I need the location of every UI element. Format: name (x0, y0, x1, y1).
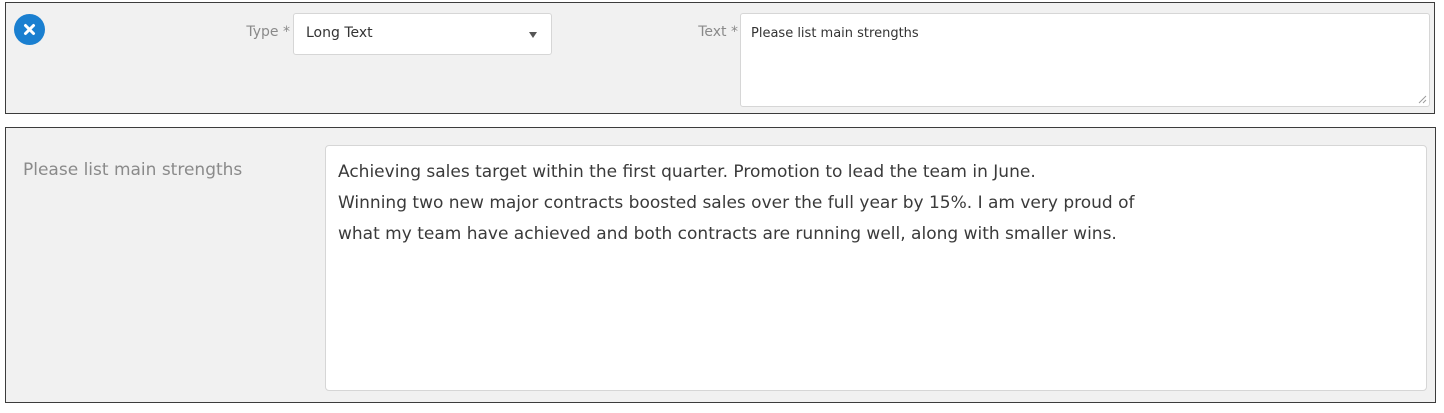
type-select-value: Long Text (306, 25, 373, 41)
remove-question-button[interactable] (14, 14, 45, 45)
chevron-down-icon (529, 32, 537, 38)
resize-grip-icon[interactable] (1417, 94, 1427, 104)
question-text-value: Please list main strengths (751, 26, 919, 41)
answer-textarea[interactable]: Achieving sales target within the first … (325, 145, 1427, 391)
question-preview-row: Please list main strengths Achieving sal… (5, 127, 1436, 403)
type-field-label: Type * (246, 24, 290, 40)
question-editor-row: Type * Long Text Text * Please list main… (5, 2, 1435, 114)
question-text-field[interactable]: Please list main strengths (740, 13, 1430, 107)
answer-line: what my team have achieved and both cont… (338, 224, 1117, 244)
question-label: Please list main strengths (23, 160, 243, 180)
answer-line: Winning two new major contracts boosted … (338, 193, 1135, 213)
answer-text: Achieving sales target within the first … (338, 157, 1398, 250)
close-icon (24, 24, 35, 35)
type-select[interactable]: Long Text (293, 13, 552, 55)
text-field-label: Text * (698, 24, 738, 40)
answer-line: Achieving sales target within the first … (338, 162, 1036, 182)
